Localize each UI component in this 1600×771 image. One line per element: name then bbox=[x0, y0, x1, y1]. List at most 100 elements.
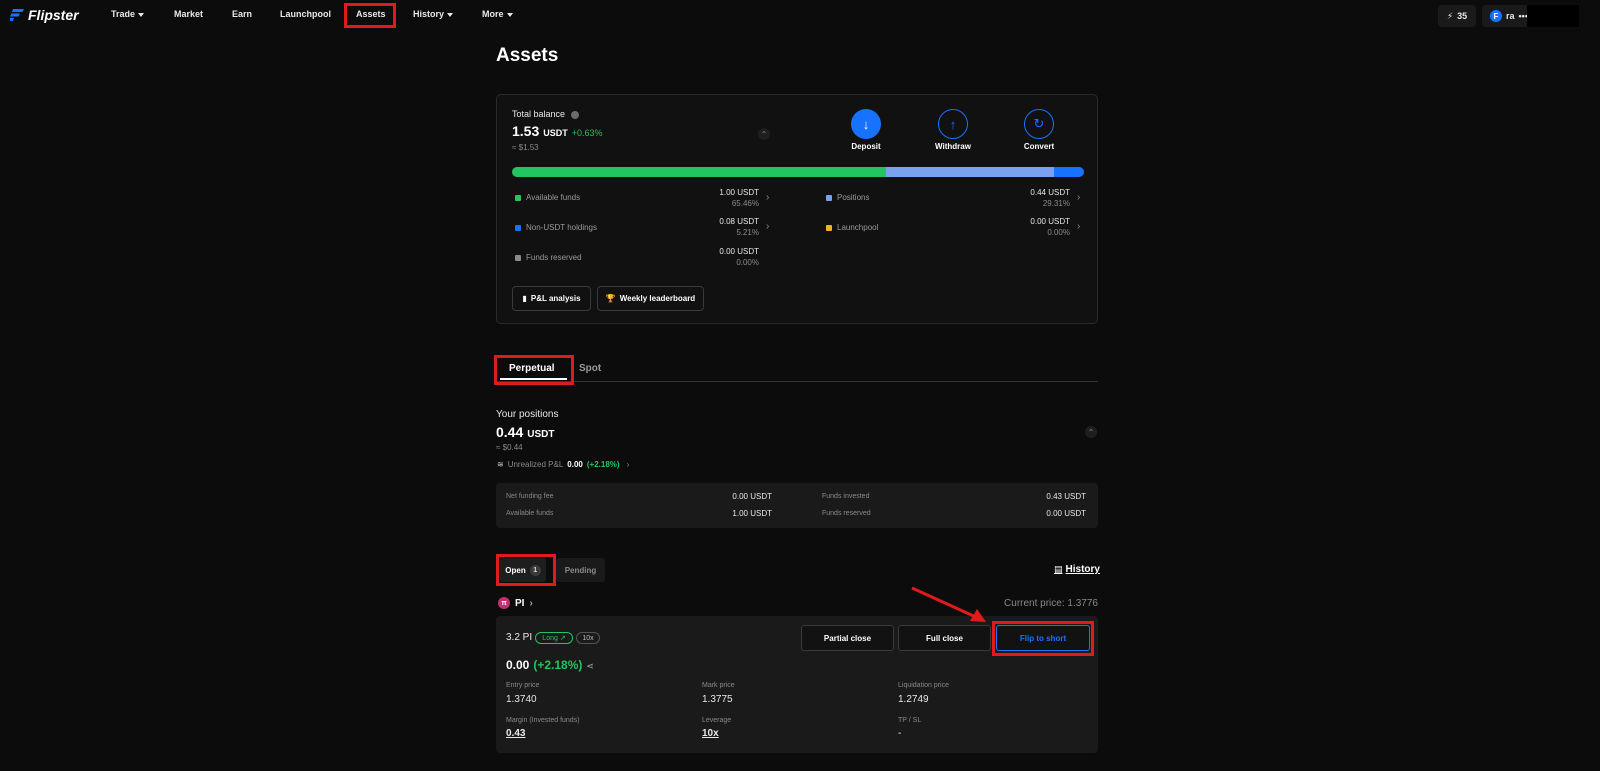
convert-label[interactable]: Convert bbox=[1009, 142, 1069, 151]
history-link[interactable]: ▤ History bbox=[1054, 564, 1100, 575]
non-usdt-value: 0.08 USDT 5.21% bbox=[659, 217, 759, 237]
chevron-right-icon[interactable]: › bbox=[766, 221, 769, 232]
funds-reserved-summary-label: Funds reserved bbox=[822, 510, 871, 517]
total-balance-label-row: Total balance bbox=[512, 109, 579, 119]
positions-total-unit: USDT bbox=[527, 429, 555, 440]
points-count: 35 bbox=[1457, 11, 1468, 21]
highlight-box-assets bbox=[344, 3, 396, 28]
leverage-pill: 10x bbox=[576, 632, 600, 644]
trophy-icon: 🏆 bbox=[605, 294, 616, 303]
position-pnl-row: 0.00 (+2.18%) ⋖ bbox=[506, 658, 594, 672]
leverage-value-link[interactable]: 10x bbox=[702, 728, 719, 739]
margin-label: Margin (Invested funds) bbox=[506, 717, 580, 724]
nav-launchpool[interactable]: Launchpool bbox=[280, 9, 331, 19]
non-usdt-amount: 0.08 USDT bbox=[719, 217, 759, 226]
collapse-chevron-up-icon[interactable]: ⌃ bbox=[1085, 426, 1097, 438]
unrealized-pnl-row[interactable]: ≋ Unrealized P&L 0.00 (+2.18%) › bbox=[497, 460, 629, 469]
side-long-pill: Long ↗ bbox=[535, 632, 573, 644]
tpsl-label: TP / SL bbox=[898, 717, 922, 724]
tpsl-value[interactable]: - bbox=[898, 728, 901, 739]
collapse-chevron-up-icon[interactable]: ⌃ bbox=[758, 128, 770, 140]
points-button[interactable]: ⚡ 35 bbox=[1438, 5, 1476, 27]
net-funding-fee-label: Net funding fee bbox=[506, 493, 554, 500]
withdraw-label[interactable]: Withdraw bbox=[923, 142, 983, 151]
available-funds-pct: 65.46% bbox=[731, 199, 759, 208]
highlight-box-open bbox=[496, 554, 556, 586]
funds-reserved-row-label: Funds reserved bbox=[515, 253, 582, 262]
position-pnl-value: 0.00 bbox=[506, 658, 530, 672]
full-close-button[interactable]: Full close bbox=[898, 625, 991, 651]
symbol-row[interactable]: π PI › bbox=[498, 597, 533, 609]
arrow-down-icon: ↓ bbox=[862, 116, 870, 132]
nav-more-label: More bbox=[482, 9, 504, 19]
positions-amount: 0.44 USDT bbox=[1030, 188, 1070, 197]
total-balance-change: +0.63% bbox=[571, 128, 603, 138]
chevron-right-icon: › bbox=[529, 597, 533, 609]
nav-market[interactable]: Market bbox=[174, 9, 203, 19]
margin-value-link[interactable]: 0.43 bbox=[506, 728, 525, 739]
unrealized-pnl-value: 0.00 bbox=[567, 460, 583, 469]
nav-history[interactable]: History bbox=[413, 9, 454, 19]
deposit-button[interactable]: ↓ bbox=[851, 109, 881, 139]
launchpool-amount: 0.00 USDT bbox=[1030, 217, 1070, 226]
highlight-box-perpetual bbox=[494, 355, 574, 385]
flipster-logo[interactable]: Flipster bbox=[10, 7, 79, 23]
position-size: 3.2 PI bbox=[506, 632, 533, 643]
total-balance-card: Total balance 1.53 USDT +0.63% ≈ $1.53 ⌃… bbox=[496, 94, 1098, 324]
positions-total-amount: 0.44 bbox=[496, 424, 524, 440]
share-icon[interactable]: ⋖ bbox=[586, 661, 594, 672]
balance-bar-segment bbox=[1054, 167, 1084, 177]
weekly-leaderboard-label: Weekly leaderboard bbox=[619, 294, 696, 303]
chevron-down-icon bbox=[138, 12, 145, 17]
nav-earn[interactable]: Earn bbox=[232, 9, 252, 19]
redacted-area bbox=[1527, 5, 1579, 27]
nav-trade-label: Trade bbox=[111, 9, 136, 19]
partial-close-button[interactable]: Partial close bbox=[801, 625, 894, 651]
symbol-name: PI bbox=[515, 597, 525, 609]
convert-button[interactable]: ↻ bbox=[1024, 109, 1054, 139]
funds-reserved-amount: 0.00 USDT bbox=[719, 247, 759, 256]
info-icon[interactable] bbox=[570, 110, 579, 119]
chevron-right-icon[interactable]: › bbox=[766, 192, 769, 203]
funds-reserved-value: 0.00 USDT 0.00% bbox=[659, 247, 759, 267]
tab-spot[interactable]: Spot bbox=[579, 363, 601, 374]
arrow-up-icon: ↑ bbox=[949, 116, 957, 132]
withdraw-button[interactable]: ↑ bbox=[938, 109, 968, 139]
balance-bar-segment bbox=[886, 167, 1055, 177]
tab-pending[interactable]: Pending bbox=[556, 558, 605, 582]
available-funds-value: 1.00 USDT 65.46% bbox=[659, 188, 759, 208]
pnl-analysis-label: P&L analysis bbox=[530, 294, 581, 303]
launchpool-pct: 0.00% bbox=[1047, 228, 1070, 237]
leverage-label: Leverage bbox=[702, 717, 732, 724]
tabs-divider bbox=[496, 381, 1098, 382]
legend-square-reserved bbox=[515, 254, 521, 261]
deposit-label[interactable]: Deposit bbox=[836, 142, 896, 151]
total-balance-approx: ≈ $1.53 bbox=[512, 143, 539, 152]
pnl-analysis-button[interactable]: ▮ P&L analysis bbox=[512, 286, 591, 311]
launchpool-value: 0.00 USDT 0.00% bbox=[970, 217, 1070, 237]
available-funds-label: Available funds bbox=[526, 193, 581, 202]
nav-trade[interactable]: Trade bbox=[111, 9, 145, 19]
highlight-box-flip-to-short bbox=[992, 621, 1094, 656]
positions-label: Positions bbox=[837, 193, 870, 202]
nav-more[interactable]: More bbox=[482, 9, 513, 19]
position-pnl-pct: (+2.18%) bbox=[533, 658, 583, 672]
your-positions-label: Your positions bbox=[496, 409, 559, 420]
legend-square-positions bbox=[826, 194, 832, 201]
lightning-icon: ⚡ bbox=[1446, 10, 1454, 21]
chevron-right-icon[interactable]: › bbox=[1077, 192, 1080, 203]
balance-breakdown-bar bbox=[512, 167, 1084, 177]
user-name: ra bbox=[1506, 11, 1515, 21]
weekly-leaderboard-button[interactable]: 🏆 Weekly leaderboard bbox=[597, 286, 704, 311]
nav-launchpool-label: Launchpool bbox=[280, 9, 331, 19]
funds-reserved-pct: 0.00% bbox=[736, 258, 759, 267]
available-funds-summary-value: 1.00 USDT bbox=[732, 509, 772, 518]
positions-summary-panel: Net funding fee 0.00 USDT Available fund… bbox=[496, 483, 1098, 528]
available-funds-summary-label: Available funds bbox=[506, 510, 554, 517]
chevron-right-icon[interactable]: › bbox=[1077, 221, 1080, 232]
mark-price-label: Mark price bbox=[702, 682, 735, 689]
unrealized-pnl-label: Unrealized P&L bbox=[507, 460, 564, 469]
nav-history-label: History bbox=[413, 9, 445, 19]
funds-reserved-label: Funds reserved bbox=[526, 253, 582, 262]
non-usdt-pct: 5.21% bbox=[736, 228, 759, 237]
